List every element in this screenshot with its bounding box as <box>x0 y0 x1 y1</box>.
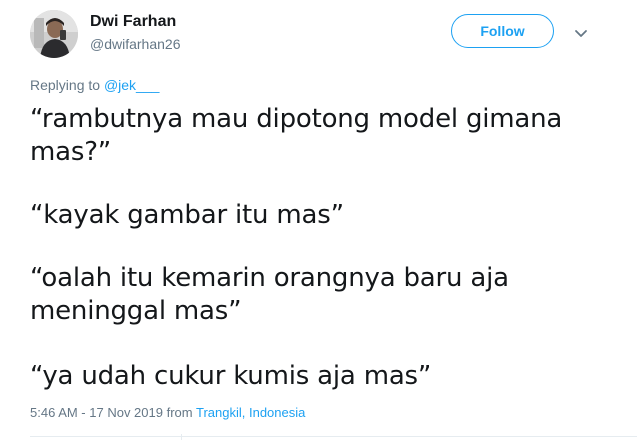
tweet-paragraph-3: “oalah itu kemarin orangnya baru aja men… <box>30 262 590 328</box>
tweet-line: “kayak gambar itu mas” <box>30 200 344 230</box>
tweet-paragraph-1: “rambutnya mau dipotong model gimana mas… <box>30 103 590 169</box>
avatar[interactable] <box>30 10 78 58</box>
tweet-paragraph-2: “kayak gambar itu mas” <box>30 199 590 232</box>
user-avatar-photo <box>30 10 78 58</box>
tweet-timestamp[interactable]: 5:46 AM - 17 Nov 2019 <box>30 405 163 420</box>
tweet-line: “ya udah cukur kumis aja mas” <box>30 361 432 391</box>
display-name[interactable]: Dwi Farhan <box>90 12 176 32</box>
divider <box>30 436 637 437</box>
location-link[interactable]: Trangkil, Indonesia <box>196 405 305 420</box>
chevron-down-icon[interactable] <box>572 24 590 42</box>
reply-target-link[interactable]: @jek___ <box>104 77 159 93</box>
from-label: from <box>166 405 193 420</box>
follow-button[interactable]: Follow <box>451 14 554 48</box>
user-handle[interactable]: @dwifarhan26 <box>90 35 181 53</box>
divider-tick <box>181 434 182 440</box>
tweet-line: “rambutnya mau dipotong model gimana mas… <box>30 104 563 167</box>
tweet-paragraph-4: “ya udah cukur kumis aja mas” <box>30 360 590 393</box>
reply-context: Replying to @jek___ <box>30 76 159 94</box>
reply-prefix: Replying to <box>30 77 101 93</box>
tweet-line: “oalah itu kemarin orangnya baru aja men… <box>30 263 509 326</box>
tweet-meta: 5:46 AM - 17 Nov 2019 from Trangkil, Ind… <box>30 404 305 422</box>
